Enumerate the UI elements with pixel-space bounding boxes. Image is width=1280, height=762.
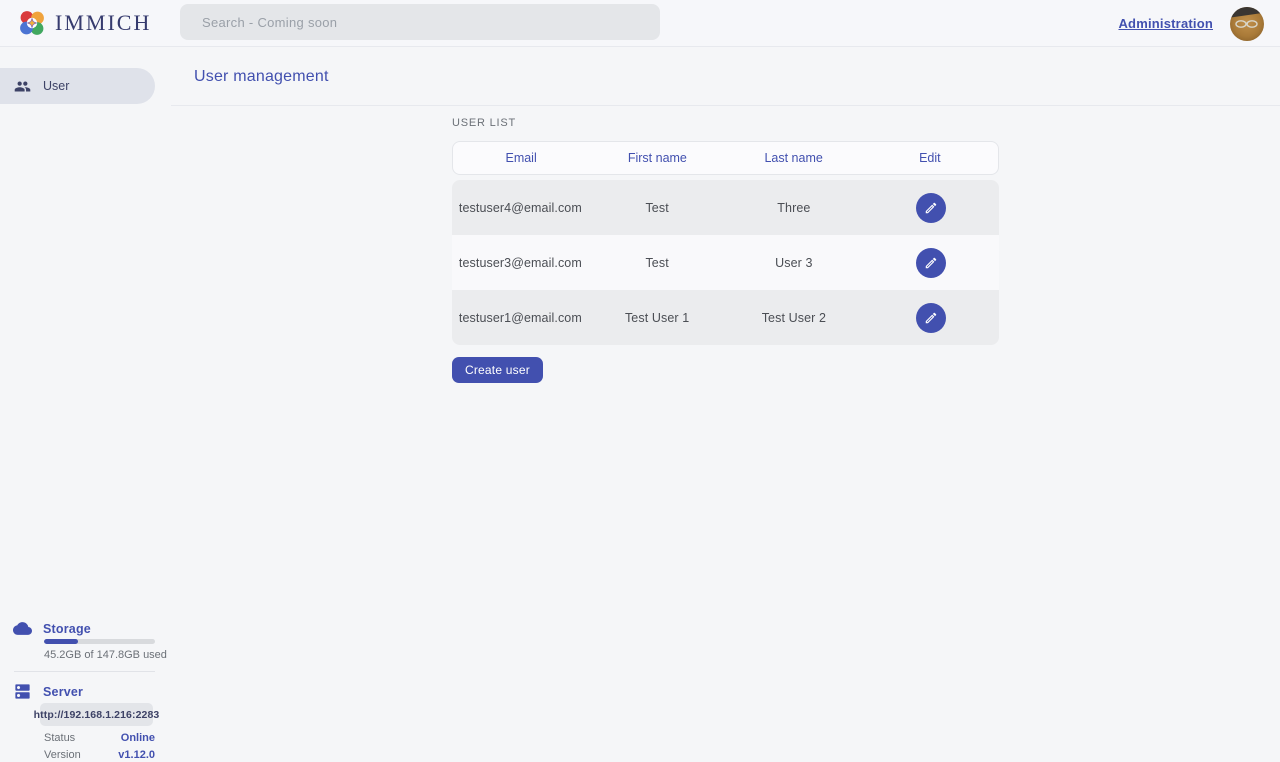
cell-email: testuser1@email.com — [452, 311, 589, 325]
pencil-icon — [924, 256, 938, 270]
cell-last-name: Test User 2 — [726, 311, 863, 325]
server-title: Server — [43, 685, 83, 699]
edit-user-button[interactable] — [916, 303, 946, 333]
app-title: IMMICH — [55, 10, 151, 36]
cell-email: testuser3@email.com — [452, 256, 589, 270]
cell-email: testuser4@email.com — [452, 201, 589, 215]
search-input[interactable] — [180, 4, 660, 40]
storage-usage-text: 45.2GB of 147.8GB used — [44, 649, 167, 661]
cell-first-name: Test — [589, 256, 726, 270]
server-icon — [13, 682, 32, 701]
user-table-header: Email First name Last name Edit — [452, 141, 999, 175]
server-status-label: Status — [44, 732, 75, 744]
cell-last-name: Three — [726, 201, 863, 215]
server-status-value: Online — [121, 732, 155, 744]
table-row: testuser3@email.com Test User 3 — [452, 235, 999, 290]
storage-progress-bar — [44, 639, 155, 644]
edit-user-button[interactable] — [916, 193, 946, 223]
users-icon — [14, 78, 31, 95]
administration-link[interactable]: Administration — [1118, 16, 1213, 31]
edit-user-button[interactable] — [916, 248, 946, 278]
create-user-button[interactable]: Create user — [452, 357, 543, 383]
column-header-edit: Edit — [862, 151, 998, 165]
storage-progress-fill — [44, 639, 78, 644]
immich-flower-icon — [16, 7, 48, 39]
glasses-photo-detail — [1235, 20, 1259, 28]
user-list-label: USER LIST — [452, 117, 516, 129]
cell-last-name: User 3 — [726, 256, 863, 270]
server-url-chip: http://192.168.1.216:2283 — [40, 703, 153, 726]
table-row: testuser4@email.com Test Three — [452, 180, 999, 235]
sidebar-item-user[interactable]: User — [0, 68, 155, 104]
logo[interactable]: IMMICH — [16, 7, 151, 39]
column-header-first-name: First name — [589, 151, 725, 165]
sidebar-divider — [14, 671, 155, 672]
column-header-last-name: Last name — [726, 151, 862, 165]
app-header: IMMICH Administration — [0, 0, 1280, 47]
app-root: IMMICH Administration User — [0, 0, 1280, 730]
user-table-body: testuser4@email.com Test Three testuser3… — [452, 180, 999, 345]
cell-first-name: Test — [589, 201, 726, 215]
sidebar: User Storage 45.2GB of 147.8GB used Serv… — [0, 47, 171, 730]
pencil-icon — [924, 311, 938, 325]
page-title-bar: User management — [171, 47, 1280, 106]
page-title: User management — [194, 47, 329, 106]
column-header-email: Email — [453, 151, 589, 165]
server-version-value: v1.12.0 — [118, 749, 155, 761]
table-row: testuser1@email.com Test User 1 Test Use… — [452, 290, 999, 345]
cloud-icon — [13, 619, 32, 638]
pencil-icon — [924, 201, 938, 215]
server-version-label: Version — [44, 749, 81, 761]
storage-title: Storage — [43, 622, 91, 636]
user-avatar[interactable] — [1230, 7, 1264, 41]
cell-first-name: Test User 1 — [589, 311, 726, 325]
sidebar-item-user-label: User — [43, 79, 69, 93]
